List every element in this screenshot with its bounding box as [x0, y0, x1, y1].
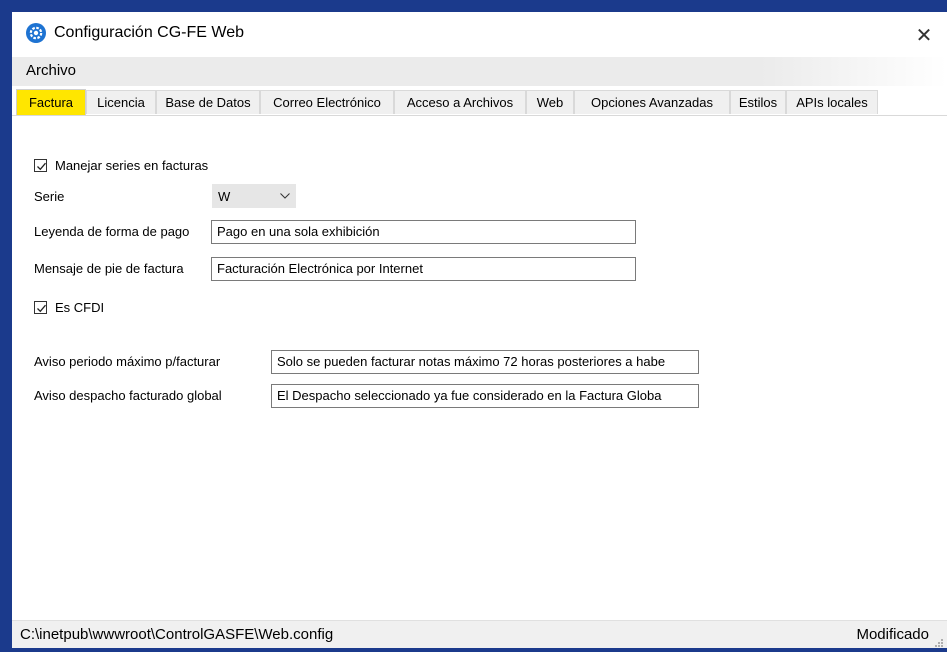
title-bar: Configuración CG-FE Web ✕	[12, 12, 947, 57]
serie-value: W	[218, 188, 231, 204]
manejar-series-checkbox[interactable]	[34, 159, 47, 172]
tab-apis-locales[interactable]: APIs locales	[786, 90, 878, 114]
menu-archivo[interactable]: Archivo	[20, 62, 82, 79]
manejar-series-checkbox-row[interactable]: Manejar series en facturas	[34, 158, 208, 173]
factura-panel: Manejar series en facturas Serie W Leyen…	[12, 116, 947, 620]
gear-icon	[26, 23, 46, 43]
tab-correo-electronico[interactable]: Correo Electrónico	[260, 90, 394, 114]
close-icon: ✕	[915, 22, 933, 47]
es-cfdi-checkbox[interactable]	[34, 301, 47, 314]
tab-acceso-archivos[interactable]: Acceso a Archivos	[394, 90, 526, 114]
resize-grip-icon[interactable]	[934, 635, 944, 647]
check-icon	[37, 304, 46, 313]
mensaje-pie-label: Mensaje de pie de factura	[34, 261, 184, 276]
close-button[interactable]: ✕	[901, 12, 947, 57]
serie-select[interactable]: W	[212, 184, 296, 208]
tab-factura[interactable]: Factura	[16, 89, 86, 115]
aviso-periodo-label: Aviso periodo máximo p/facturar	[34, 354, 221, 369]
tab-base-de-datos[interactable]: Base de Datos	[156, 90, 260, 114]
mensaje-pie-input[interactable]: Facturación Electrónica por Internet	[211, 257, 636, 281]
check-icon	[37, 162, 46, 171]
es-cfdi-label: Es CFDI	[55, 300, 105, 315]
menu-bar: Archivo	[12, 57, 947, 86]
leyenda-pago-input[interactable]: Pago en una sola exhibición	[211, 220, 636, 244]
aviso-despacho-label: Aviso despacho facturado global	[34, 388, 222, 403]
aviso-despacho-input[interactable]: El Despacho seleccionado ya fue consider…	[271, 384, 699, 408]
status-file-path: C:\inetpub\wwwroot\ControlGASFE\Web.conf…	[20, 626, 334, 643]
tab-opciones-avanzadas[interactable]: Opciones Avanzadas	[574, 90, 730, 114]
tab-web[interactable]: Web	[526, 90, 574, 114]
status-bar: C:\inetpub\wwwroot\ControlGASFE\Web.conf…	[12, 620, 947, 648]
window-title: Configuración CG-FE Web	[54, 24, 244, 41]
aviso-periodo-input[interactable]: Solo se pueden facturar notas máximo 72 …	[271, 350, 699, 374]
es-cfdi-checkbox-row[interactable]: Es CFDI	[34, 300, 104, 315]
tab-estilos[interactable]: Estilos	[730, 90, 786, 114]
config-window: Configuración CG-FE Web ✕ Archivo Factur…	[12, 12, 947, 648]
serie-label: Serie	[34, 189, 65, 204]
leyenda-pago-label: Leyenda de forma de pago	[34, 224, 190, 239]
chevron-down-icon	[275, 193, 295, 199]
status-modified: Modificado	[856, 626, 929, 643]
tab-strip: Factura Licencia Base de Datos Correo El…	[12, 89, 947, 116]
manejar-series-label: Manejar series en facturas	[55, 158, 209, 173]
tab-licencia[interactable]: Licencia	[86, 90, 156, 114]
